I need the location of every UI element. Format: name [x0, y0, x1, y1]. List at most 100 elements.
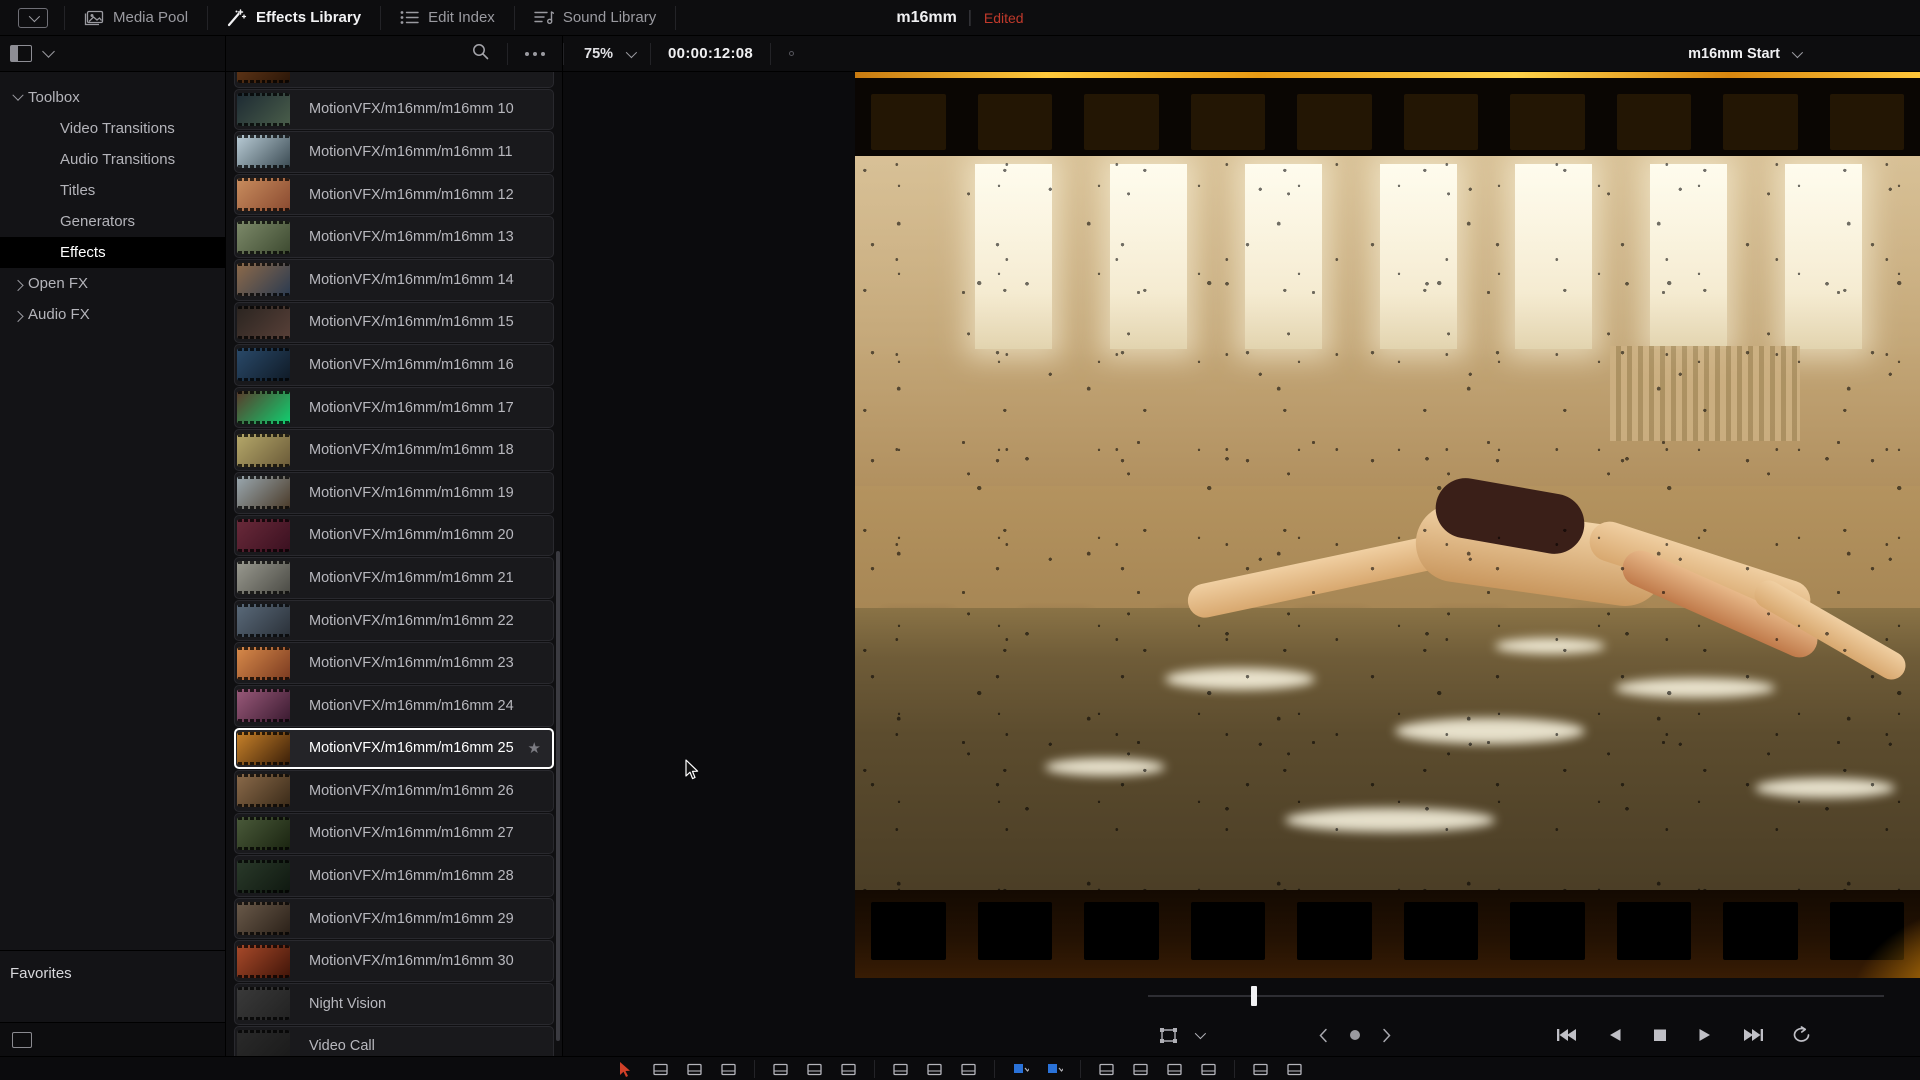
vertical-scrollbar[interactable] — [556, 551, 560, 1041]
media-page-icon[interactable] — [652, 1061, 669, 1078]
title-divider — [969, 10, 971, 26]
blue-flag-icon[interactable] — [1046, 1061, 1064, 1078]
tab-effects-library-label: Effects Library — [256, 9, 362, 26]
loop-icon[interactable] — [1792, 1026, 1812, 1044]
tab-effects-library[interactable]: Effects Library — [208, 0, 380, 36]
chevron-right-icon[interactable] — [1381, 1028, 1392, 1043]
sidebar-item-titles[interactable]: Titles — [0, 175, 225, 206]
sidebar-item-open-fx[interactable]: Open FX — [0, 268, 225, 299]
source-viewer: 75% 00:00:12:08 m16mm Start — [563, 36, 1920, 1056]
effect-row[interactable]: MotionVFX/m16mm/m16mm 16 — [234, 344, 554, 386]
effect-thumbnail — [237, 305, 290, 339]
effect-name-label: MotionVFX/m16mm/m16mm 11 — [309, 143, 513, 160]
export-icon[interactable] — [1286, 1061, 1303, 1078]
effect-row[interactable]: MotionVFX/m16mm/m16mm 12 — [234, 173, 554, 216]
chevron-down-icon[interactable] — [12, 89, 24, 101]
sidebar-item-audio-fx[interactable]: Audio FX — [0, 299, 225, 330]
effect-row[interactable]: MotionVFX/m16mm/m16mm 29 — [234, 897, 554, 940]
film-strip-bottom — [855, 890, 1920, 978]
effect-row[interactable]: MotionVFX/m16mm/m16mm 26 — [234, 770, 554, 812]
fairlight-page-icon[interactable] — [840, 1061, 857, 1078]
toolbar-group — [1235, 1057, 1320, 1080]
effect-row[interactable]: MotionVFX/m16mm/m16mm 24 — [234, 684, 554, 727]
zoom-level-dropdown[interactable]: 75% — [564, 36, 650, 72]
sidebar-item-effects[interactable]: Effects — [0, 237, 225, 268]
jump-to-end-icon[interactable] — [1741, 1027, 1763, 1043]
tab-media-pool[interactable]: Media Pool — [65, 0, 207, 36]
effect-row[interactable]: MotionVFX/m16mm/m16mm 14 — [234, 258, 554, 301]
sidebar-item-audio-transitions[interactable]: Audio Transitions — [0, 144, 225, 175]
effect-row[interactable]: MotionVFX/m16mm/m16mm 28 — [234, 855, 554, 897]
effect-name-label: MotionVFX/m16mm/m16mm 10 — [309, 101, 514, 118]
fusion-page-icon[interactable] — [772, 1061, 789, 1078]
effect-row[interactable]: MotionVFX/m16mm/m16mm 27 — [234, 812, 554, 855]
playhead[interactable] — [1250, 986, 1257, 1006]
effect-row[interactable]: MotionVFX/m16mm/m16mm 11 — [234, 131, 554, 173]
razor-icon[interactable] — [960, 1061, 977, 1078]
effect-row[interactable]: MotionVFX/m16mm/m16mm 20 — [234, 514, 554, 557]
chevron-right-icon[interactable] — [12, 279, 24, 291]
flag-icon[interactable] — [1200, 1061, 1217, 1078]
link-icon[interactable] — [1132, 1061, 1149, 1078]
source-selector[interactable]: m16mm Start — [1688, 36, 1920, 72]
node-dot-icon[interactable] — [1348, 1028, 1362, 1042]
sidebar-footer — [0, 1022, 225, 1056]
effect-row[interactable]: MotionVFX/m16mm/m16mm 18 — [234, 429, 554, 471]
effect-row[interactable]: MotionVFX/m16mm/m16mm 21 — [234, 557, 554, 599]
effect-row[interactable]: MotionVFX/m16mm/m16mm 17 — [234, 386, 554, 429]
chevron-left-icon[interactable] — [1318, 1028, 1329, 1043]
star-icon[interactable]: ★ — [528, 739, 541, 757]
marker-dot-icon[interactable] — [789, 51, 795, 56]
cursor-arrow-icon[interactable] — [618, 1061, 635, 1078]
sidebar-item-toolbox[interactable]: Toolbox — [0, 82, 225, 113]
effect-row[interactable]: Video Call — [234, 1025, 554, 1056]
sidebar-item-video-transitions[interactable]: Video Transitions — [0, 113, 225, 144]
sidebar-layout-icon[interactable] — [10, 45, 32, 62]
transform-dropdown[interactable] — [1194, 1027, 1207, 1040]
trim-edit-icon[interactable] — [892, 1061, 909, 1078]
play-reverse-icon[interactable] — [1608, 1027, 1623, 1043]
blue-marker-icon[interactable] — [1012, 1061, 1030, 1078]
timeline-view-icon[interactable] — [12, 1031, 32, 1048]
effect-row[interactable]: MotionVFX/m16mm/m16mm 19 — [234, 471, 554, 514]
transform-tool-icon[interactable] — [1159, 1027, 1178, 1044]
stop-icon[interactable] — [1652, 1027, 1668, 1043]
snap-icon[interactable] — [1098, 1061, 1115, 1078]
effect-row[interactable]: MotionVFX/m16mm/m16mm 30 — [234, 940, 554, 983]
chevron-right-icon[interactable] — [12, 310, 24, 322]
viewer-stage: 3 4 — [563, 72, 1920, 978]
jump-to-start-icon[interactable] — [1557, 1027, 1579, 1043]
audio-icon[interactable] — [1252, 1061, 1269, 1078]
effect-row-selected[interactable]: MotionVFX/m16mm/m16mm 25 ★ — [234, 727, 554, 770]
color-page-icon[interactable] — [806, 1061, 823, 1078]
effects-list[interactable]: MotionVFX/m16mm/m16mm 10 MotionVFX/m16mm/… — [226, 72, 562, 1056]
sidebar-view-dropdown[interactable] — [42, 36, 55, 72]
viewer-scrubber[interactable] — [563, 978, 1920, 1014]
toolbar-group — [1081, 1057, 1234, 1080]
effect-row[interactable]: MotionVFX/m16mm/m16mm 13 — [234, 216, 554, 258]
tab-edit-index[interactable]: Edit Index — [381, 0, 514, 36]
effect-row[interactable] — [234, 72, 554, 88]
more-options-button[interactable] — [508, 36, 562, 72]
effect-thumbnail — [237, 902, 290, 936]
zoom-level-value: 75% — [584, 45, 614, 62]
effect-row[interactable]: MotionVFX/m16mm/m16mm 22 — [234, 599, 554, 642]
favorites-section[interactable]: Favorites — [0, 950, 225, 1022]
effect-row[interactable]: MotionVFX/m16mm/m16mm 10 — [234, 88, 554, 131]
effect-row[interactable]: MotionVFX/m16mm/m16mm 15 — [234, 301, 554, 344]
timecode-display[interactable]: 00:00:12:08 — [651, 45, 770, 62]
cut-page-icon[interactable] — [686, 1061, 703, 1078]
panel-toggle-icon[interactable] — [18, 7, 48, 28]
effect-thumbnail — [237, 92, 290, 126]
effect-row[interactable]: MotionVFX/m16mm/m16mm 23 — [234, 642, 554, 684]
tab-sound-library[interactable]: Sound Library — [515, 0, 675, 36]
search-button[interactable] — [453, 36, 507, 72]
edit-page-icon[interactable] — [720, 1061, 737, 1078]
effect-row[interactable]: Night Vision — [234, 983, 554, 1025]
play-forward-icon[interactable] — [1697, 1027, 1712, 1043]
scrubber-track[interactable] — [1148, 995, 1884, 997]
position-lock-icon[interactable] — [1166, 1061, 1183, 1078]
sidebar-item-generators[interactable]: Generators — [0, 206, 225, 237]
dynamic-trim-icon[interactable] — [926, 1061, 943, 1078]
chevron-down-icon — [1791, 46, 1804, 59]
